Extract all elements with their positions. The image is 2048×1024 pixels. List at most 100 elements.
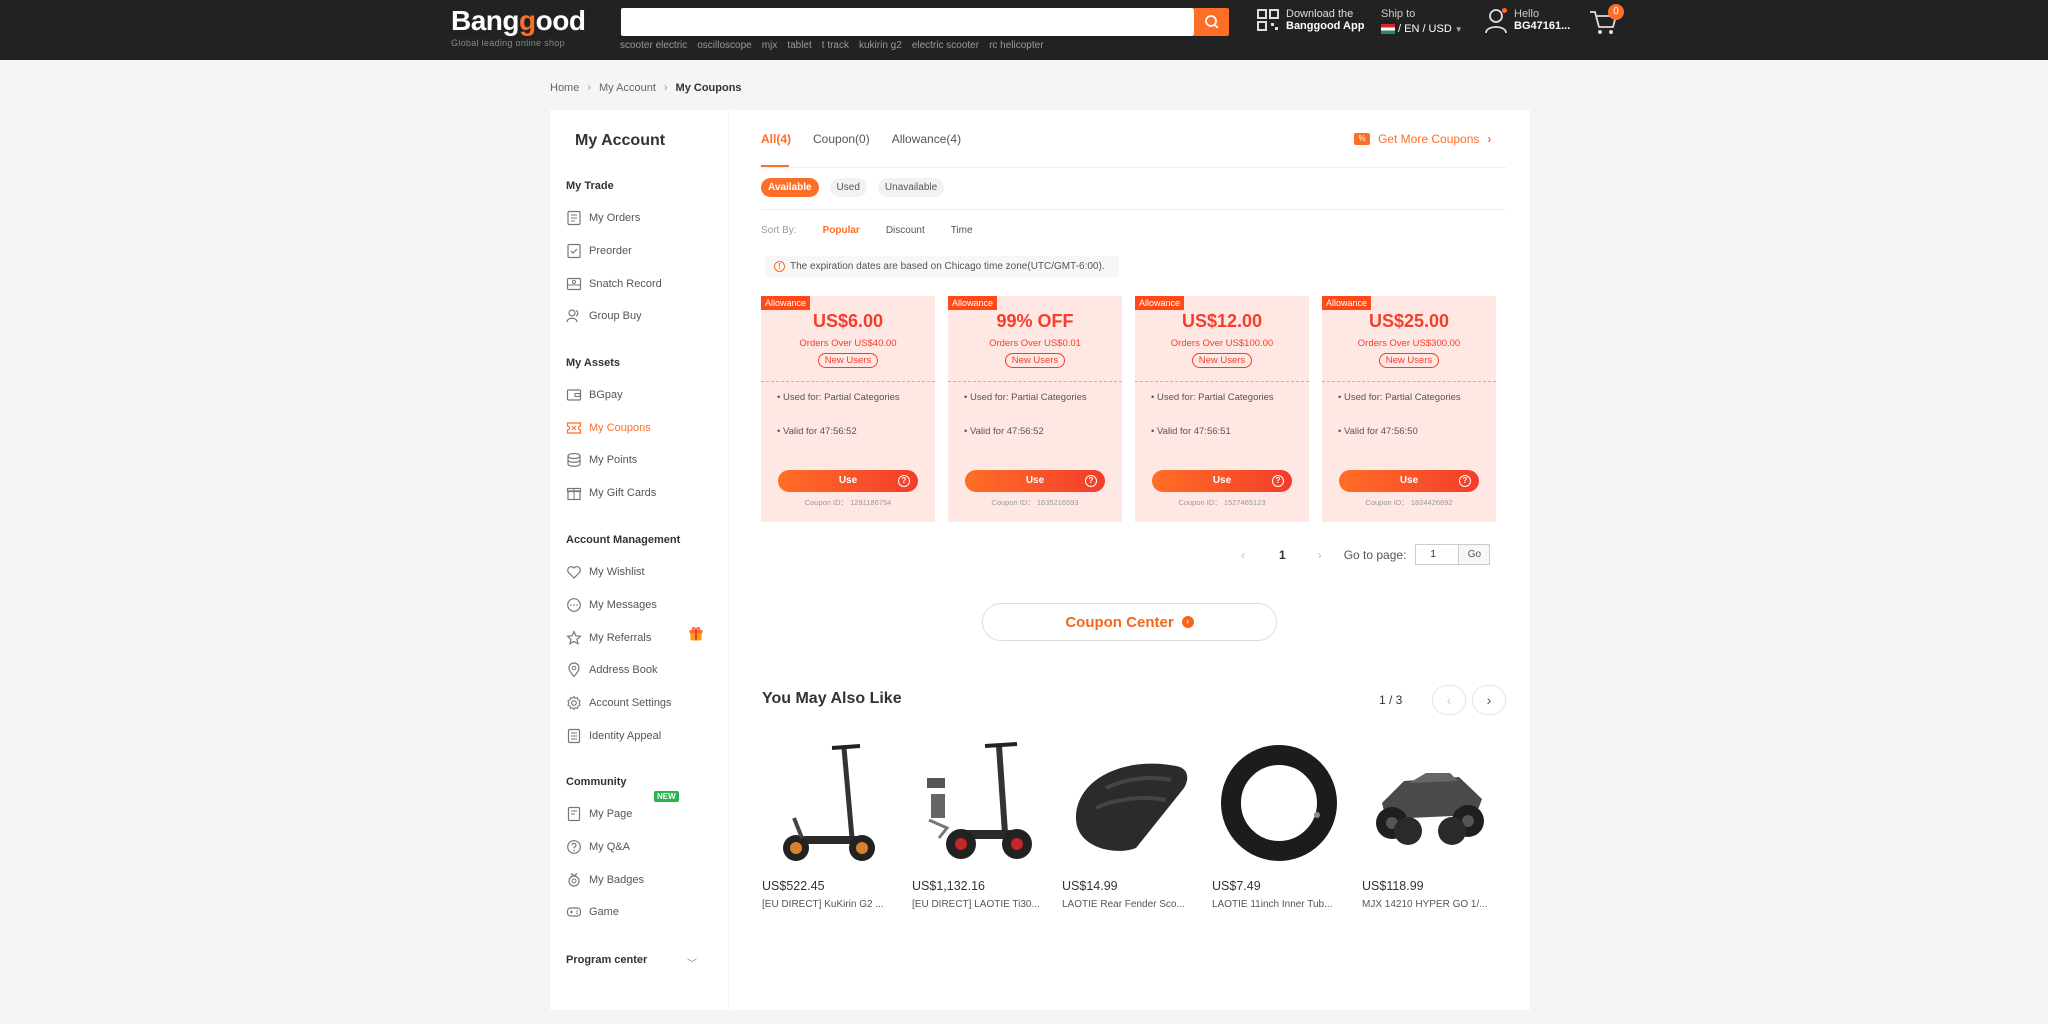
product-card[interactable]: US$7.49 LAOTIE 11inch Inner Tub...	[1212, 736, 1346, 910]
coupon-scope: • Used for: Partial Categories	[1338, 392, 1461, 403]
filter-used[interactable]: Used	[829, 178, 867, 197]
product-image-fender[interactable]	[1062, 736, 1196, 870]
heart-icon	[567, 566, 581, 579]
breadcrumb-home[interactable]: Home	[550, 82, 579, 94]
sidebar-item-bgpay[interactable]: BGpay	[566, 387, 623, 403]
carousel-prev-button[interactable]: ‹	[1432, 685, 1466, 715]
use-coupon-button[interactable]: Use?	[1152, 470, 1292, 492]
sidebar-item-coupons[interactable]: My Coupons	[566, 420, 651, 436]
sidebar-item-orders[interactable]: My Orders	[566, 210, 640, 226]
use-coupon-button[interactable]: Use?	[965, 470, 1105, 492]
sidebar-item-game[interactable]: Game	[566, 904, 619, 920]
sidebar-item-messages[interactable]: My Messages	[566, 597, 657, 613]
filter-available[interactable]: Available	[761, 178, 819, 197]
prev-page-button[interactable]: ‹	[1241, 548, 1245, 562]
sidebar-item-referrals[interactable]: My Referrals	[566, 627, 703, 646]
sidebar-item-group-buy[interactable]: Group Buy	[566, 308, 642, 324]
orders-icon	[567, 210, 581, 226]
banggood-logo[interactable]: Banggood Global leading online shop	[451, 6, 586, 49]
search-icon	[1204, 15, 1219, 29]
use-coupon-button[interactable]: Use?	[1339, 470, 1479, 492]
carousel-next-button[interactable]: ›	[1472, 685, 1506, 715]
get-more-coupons-link[interactable]: % Get More Coupons ›	[1354, 132, 1491, 146]
tab-allowance[interactable]: Allowance(4)	[892, 132, 961, 146]
user-account-menu[interactable]: Hello BG47161...	[1484, 8, 1570, 34]
product-image-inner-tube[interactable]	[1212, 736, 1346, 870]
coupon-type-tag: Allowance	[761, 296, 811, 310]
sidebar-item-gift-cards[interactable]: My Gift Cards	[566, 485, 656, 501]
ship-to-selector[interactable]: Ship to / EN / USD ▼	[1381, 8, 1463, 35]
hot-word[interactable]: scooter electric	[620, 40, 687, 51]
product-name[interactable]: MJX 14210 HYPER GO 1/...	[1362, 899, 1496, 910]
help-icon[interactable]: ?	[1459, 475, 1471, 487]
sidebar-item-account-settings[interactable]: Account Settings	[566, 695, 672, 711]
coupon-amount: US$12.00	[1181, 311, 1263, 331]
hot-word[interactable]: mjx	[762, 40, 778, 51]
sidebar-item-badges[interactable]: My Badges	[566, 872, 644, 888]
divider	[761, 381, 935, 382]
download-app-link[interactable]: Download the Banggood App	[1256, 8, 1364, 32]
help-icon[interactable]: ?	[898, 475, 910, 487]
sidebar-item-snatch-record[interactable]: Snatch Record	[566, 276, 662, 292]
hot-word[interactable]: tablet	[787, 40, 811, 51]
page-number-input[interactable]: 1	[1415, 544, 1460, 565]
sidebar-item-my-page[interactable]: My Page NEW	[566, 791, 679, 822]
product-name[interactable]: [EU DIRECT] KuKirin G2 ...	[762, 899, 896, 910]
help-icon[interactable]: ?	[1085, 475, 1097, 487]
sidebar-item-points[interactable]: My Points	[566, 452, 637, 468]
tab-coupon[interactable]: Coupon(0)	[813, 132, 870, 146]
username: BG47161...	[1514, 20, 1571, 32]
coupon-validity: • Valid for 47:56:51	[1151, 426, 1231, 437]
go-button[interactable]: Go	[1459, 544, 1491, 565]
product-image-scooter[interactable]	[912, 736, 1046, 870]
divider	[761, 209, 1506, 210]
coupon-id: Coupon ID： 1824426892	[1365, 498, 1453, 507]
search-input[interactable]	[621, 8, 1194, 36]
product-card[interactable]: US$522.45 [EU DIRECT] KuKirin G2 ...	[762, 736, 896, 910]
filter-unavailable[interactable]: Unavailable	[877, 178, 945, 197]
product-card[interactable]: US$118.99 MJX 14210 HYPER GO 1/...	[1362, 736, 1496, 910]
product-card[interactable]: US$1,132.16 [EU DIRECT] LAOTIE Ti30...	[912, 736, 1046, 910]
sidebar-item-qa[interactable]: My Q&A	[566, 839, 630, 855]
product-card[interactable]: US$14.99 LAOTIE Rear Fender Sco...	[1062, 736, 1196, 910]
help-icon[interactable]: ?	[1272, 475, 1284, 487]
product-image-rc-car[interactable]	[1362, 736, 1496, 870]
sidebar-item-identity-appeal[interactable]: Identity Appeal	[566, 728, 661, 744]
product-name[interactable]: LAOTIE Rear Fender Sco...	[1062, 899, 1196, 910]
product-name[interactable]: LAOTIE 11inch Inner Tub...	[1212, 899, 1346, 910]
section-my-trade: My Trade	[566, 180, 614, 192]
coupon-card: Allowance US$6.00 Orders Over US$40.00 N…	[761, 296, 935, 522]
hot-word[interactable]: electric scooter	[912, 40, 979, 51]
sidebar-item-address-book[interactable]: Address Book	[566, 662, 657, 678]
current-page[interactable]: 1	[1279, 548, 1286, 562]
use-coupon-button[interactable]: Use?	[778, 470, 918, 492]
sort-popular[interactable]: Popular	[823, 225, 860, 236]
cart-button[interactable]: 0	[1588, 4, 1624, 41]
product-price: US$118.99	[1362, 879, 1424, 893]
coupon-center-button[interactable]: Coupon Center ›	[982, 603, 1277, 641]
goto-page-label: Go to page:	[1343, 547, 1407, 562]
caret-down-icon: ▼	[1454, 24, 1463, 34]
sort-time[interactable]: Time	[951, 225, 973, 236]
chevron-down-icon[interactable]: ﹀	[687, 955, 697, 970]
coupon-card: Allowance US$25.00 Orders Over US$300.00…	[1322, 296, 1496, 522]
hot-word[interactable]: rc helicopter	[989, 40, 1043, 51]
product-image-scooter[interactable]	[762, 736, 896, 870]
next-page-button[interactable]: ›	[1318, 548, 1322, 562]
badge-icon	[568, 873, 580, 887]
tab-all[interactable]: All(4)	[761, 132, 791, 146]
hot-word[interactable]: oscilloscope	[697, 40, 751, 51]
hot-word[interactable]: t track	[822, 40, 849, 51]
wallet-icon	[566, 389, 582, 401]
search-button[interactable]	[1194, 8, 1229, 36]
notification-dot	[1502, 8, 1507, 13]
sidebar-item-preorder[interactable]: Preorder	[566, 243, 632, 259]
sidebar-item-wishlist[interactable]: My Wishlist	[566, 564, 645, 580]
section-program-center[interactable]: Program center	[566, 954, 647, 966]
coupon-id: Coupon ID： 1527465123	[1178, 498, 1266, 507]
product-name[interactable]: [EU DIRECT] LAOTIE Ti30...	[912, 899, 1046, 910]
hot-word[interactable]: kukirin g2	[859, 40, 902, 51]
sort-discount[interactable]: Discount	[886, 225, 925, 236]
breadcrumb-my-account[interactable]: My Account	[599, 82, 656, 94]
sidebar-item-label: Preorder	[589, 245, 632, 257]
